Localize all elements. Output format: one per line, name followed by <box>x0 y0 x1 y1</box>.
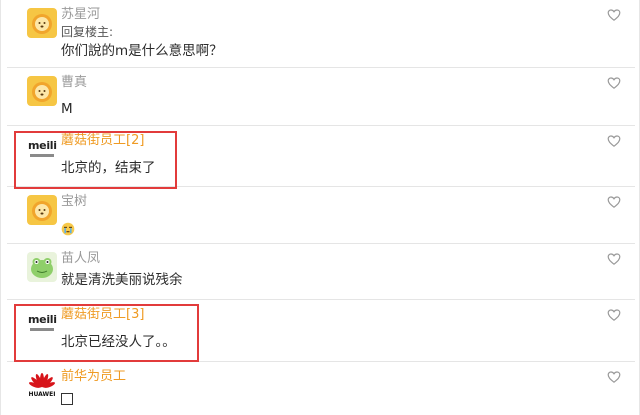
comment-text <box>61 390 73 408</box>
like-heart-icon[interactable] <box>607 134 621 148</box>
frog-avatar-icon[interactable] <box>27 252 57 282</box>
avatar-logo-text: meili <box>28 313 57 326</box>
commenter-name[interactable]: 苏星河 <box>61 6 100 23</box>
comment-text <box>61 220 75 238</box>
commenter-name[interactable]: 曹真 <box>61 74 87 91</box>
comment-item: meili 蘑菇街员工[2] 北京的，结束了 <box>7 126 635 187</box>
commenter-name[interactable]: 苗人凤 <box>61 250 100 267</box>
comment-text: 就是清洗美丽说残余 <box>61 272 183 288</box>
avatar-logo-text: meili <box>28 139 57 152</box>
like-heart-icon[interactable] <box>607 76 621 90</box>
empty-square-icon <box>61 393 73 405</box>
meili-avatar-logo[interactable]: meili <box>27 134 57 164</box>
huawei-petal-icon <box>28 373 56 388</box>
commenter-name[interactable]: 蘑菇街员工[2] <box>61 132 144 149</box>
comment-text: 北京的，结束了 <box>61 160 156 176</box>
like-heart-icon[interactable] <box>607 252 621 266</box>
lion-avatar-icon[interactable] <box>27 195 57 225</box>
comment-item: HUAWEI 前华为员工 <box>7 362 635 415</box>
comment-item: 苗人凤 就是清洗美丽说残余 <box>7 244 635 300</box>
comment-item: 曹真 M <box>7 68 635 126</box>
like-heart-icon[interactable] <box>607 370 621 384</box>
crying-face-icon <box>61 222 75 236</box>
commenter-name[interactable]: 宝树 <box>61 193 87 210</box>
commenter-name[interactable]: 蘑菇街员工[3] <box>61 306 144 323</box>
like-heart-icon[interactable] <box>607 195 621 209</box>
comment-item: 宝树 <box>7 187 635 244</box>
comment-item: meili 蘑菇街员工[3] 北京已经没人了。。 <box>7 300 635 362</box>
comment-text: 你们說的m是什么意思啊？ <box>61 43 223 59</box>
huawei-avatar-logo[interactable]: HUAWEI <box>27 370 57 400</box>
meili-avatar-logo[interactable]: meili <box>27 308 57 338</box>
commenter-name[interactable]: 前华为员工 <box>61 368 126 385</box>
avatar-logo-text: HUAWEI <box>28 391 56 398</box>
reply-label: 回复楼主: <box>61 25 114 39</box>
lion-avatar-icon[interactable] <box>27 8 57 38</box>
comment-list: 苏星河 回复楼主: 你们說的m是什么意思啊？ 曹真 M meili 蘑菇街员工[… <box>0 0 640 415</box>
lion-avatar-icon[interactable] <box>27 76 57 106</box>
like-heart-icon[interactable] <box>607 308 621 322</box>
comment-text: 北京已经没人了。。 <box>61 334 176 350</box>
comment-item: 苏星河 回复楼主: 你们說的m是什么意思啊？ <box>7 0 635 68</box>
comment-text: M <box>61 101 73 117</box>
like-heart-icon[interactable] <box>607 8 621 22</box>
